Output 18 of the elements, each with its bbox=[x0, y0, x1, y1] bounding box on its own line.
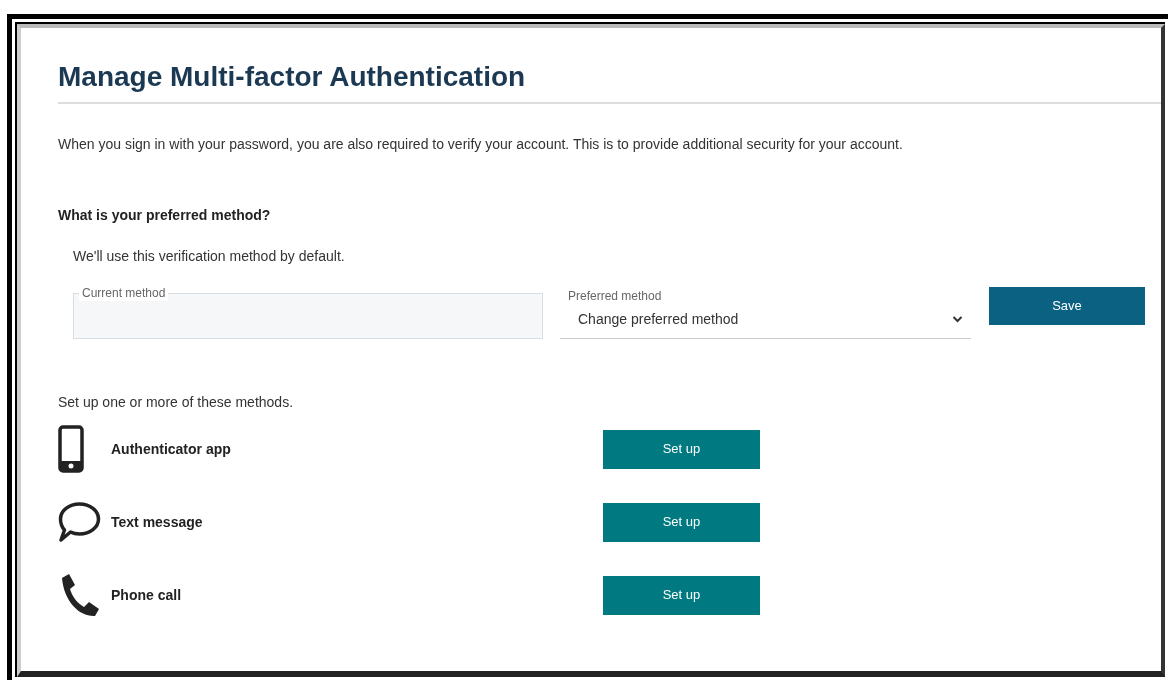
intro-text: When you sign in with your password, you are also required to verify your account. This is to provide additional security for your account. bbox=[58, 134, 904, 154]
speech-bubble-icon bbox=[58, 501, 101, 544]
preferred-method-dropdown[interactable]: Preferred method Change preferred method bbox=[560, 286, 971, 339]
page-title: Manage Multi-factor Authentication bbox=[58, 60, 527, 94]
save-button[interactable]: Save bbox=[989, 286, 1145, 325]
mobile-phone-icon bbox=[58, 425, 84, 474]
set-up-button[interactable]: Set up bbox=[603, 575, 760, 615]
method-label: Text message bbox=[111, 512, 204, 532]
dropdown-value: Change preferred method bbox=[578, 309, 739, 329]
set-up-button[interactable]: Set up bbox=[603, 502, 760, 542]
method-label: Authenticator app bbox=[111, 439, 232, 459]
method-label: Phone call bbox=[111, 585, 183, 605]
chevron-down-icon bbox=[952, 315, 963, 324]
hint-text: We'll use this verification method by default. bbox=[73, 246, 346, 266]
section-heading: What is your preferred method? bbox=[58, 205, 272, 225]
field-label: Preferred method bbox=[568, 287, 663, 305]
set-up-button[interactable]: Set up bbox=[603, 429, 760, 469]
setup-intro-text: Set up one or more of these methods. bbox=[58, 392, 295, 412]
